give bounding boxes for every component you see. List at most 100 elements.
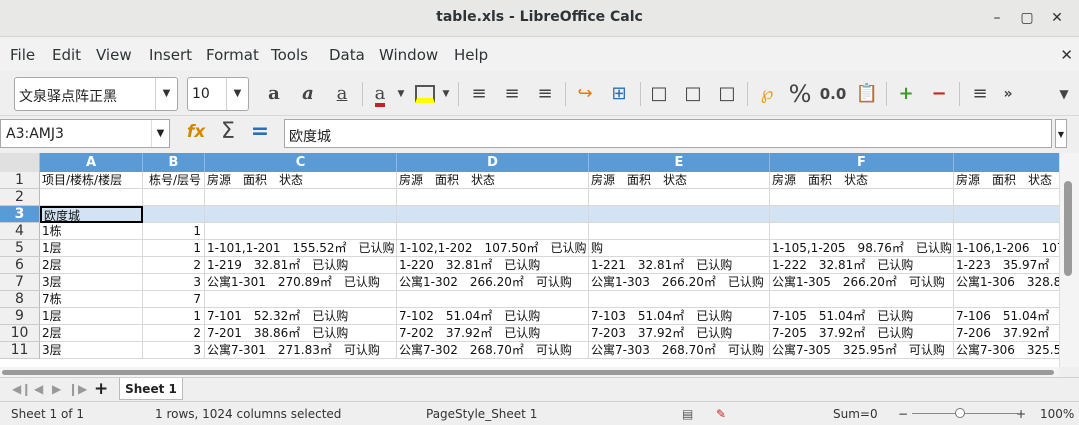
zoom-slider-knob[interactable]: [955, 408, 965, 418]
sheet-tab[interactable]: Sheet 1: [119, 378, 183, 400]
sum-display[interactable]: Sum=0: [833, 407, 878, 421]
sum-icon[interactable]: Σ: [215, 119, 241, 145]
table-cell[interactable]: 房源 面积 状态: [397, 172, 589, 189]
zoom-level[interactable]: 100%: [1040, 407, 1074, 421]
row-header[interactable]: 6: [0, 257, 40, 274]
add-sheet-icon[interactable]: +: [94, 379, 108, 399]
close-icon[interactable]: ✕: [1046, 8, 1068, 28]
table-cell[interactable]: [770, 189, 954, 206]
bold-icon[interactable]: a: [262, 81, 286, 107]
menu-tools[interactable]: Tools: [271, 46, 308, 64]
table-cell[interactable]: 7-105 51.04㎡ 已认购: [770, 308, 954, 325]
table-cell[interactable]: 7-101 52.32㎡ 已认购: [205, 308, 397, 325]
spreadsheet-grid[interactable]: A B C D E F 1 项目/楼栋/楼层 栋号/层号 房源 面积 状态 房源 面积 状态 房源 面…: [0, 153, 1059, 367]
table-cell[interactable]: [954, 223, 1059, 240]
table-cell[interactable]: [397, 206, 589, 223]
table-cell[interactable]: [143, 189, 205, 206]
table-cell[interactable]: 1: [143, 240, 205, 257]
table-cell[interactable]: 2: [143, 257, 205, 274]
menu-edit[interactable]: Edit: [52, 46, 81, 64]
align-center-icon[interactable]: ≡: [499, 81, 525, 107]
selection-mode-icon[interactable]: ▤: [682, 407, 693, 421]
vertical-scrollbar[interactable]: [1059, 153, 1079, 367]
table-cell[interactable]: 公寓1-301 270.89㎡ 已认购: [205, 274, 397, 291]
table-cell[interactable]: 房源 面积 状态: [205, 172, 397, 189]
menu-data[interactable]: Data: [329, 46, 365, 64]
table-cell[interactable]: [397, 223, 589, 240]
align-left-icon[interactable]: ≡: [466, 81, 492, 107]
column-header[interactable]: A: [40, 153, 143, 172]
table-cell[interactable]: 7-203 37.92㎡ 已认购: [589, 325, 770, 342]
table-cell[interactable]: [397, 291, 589, 308]
table-cell[interactable]: [40, 189, 143, 206]
table-cell[interactable]: 1-220 32.81㎡ 已认购: [397, 257, 589, 274]
page-style[interactable]: PageStyle_Sheet 1: [426, 407, 537, 421]
table-cell[interactable]: 欧度城: [40, 206, 143, 223]
formula-icon[interactable]: =: [247, 119, 273, 145]
menu-window[interactable]: Window: [379, 46, 438, 64]
table-cell[interactable]: 7栋: [40, 291, 143, 308]
table-cell[interactable]: [205, 291, 397, 308]
table-cell[interactable]: 1: [143, 223, 205, 240]
font-name-combo[interactable]: 文泉驿点阵正黑 ▼: [14, 77, 178, 111]
chevron-down-icon[interactable]: ▼: [441, 81, 451, 107]
table-cell[interactable]: [589, 206, 770, 223]
horizontal-scrollbar[interactable]: [0, 367, 1059, 377]
menu-view[interactable]: View: [96, 46, 132, 64]
column-header[interactable]: E: [589, 153, 770, 172]
formula-input[interactable]: 欧度城: [284, 119, 1052, 148]
wrap-text-icon[interactable]: ↪: [572, 81, 598, 107]
menu-insert[interactable]: Insert: [149, 46, 192, 64]
table-cell[interactable]: 7-202 37.92㎡ 已认购: [397, 325, 589, 342]
percent-button[interactable]: %: [787, 81, 813, 107]
add-decimal-icon[interactable]: +: [893, 81, 919, 107]
date-format-icon[interactable]: 📋: [854, 81, 880, 107]
previous-sheet-icon[interactable]: ◀: [34, 382, 43, 396]
table-cell[interactable]: 1: [143, 308, 205, 325]
italic-icon[interactable]: a: [296, 81, 320, 107]
table-cell[interactable]: 公寓1-303 266.20㎡ 已认购: [589, 274, 770, 291]
table-cell[interactable]: 房源 面积 状态: [770, 172, 954, 189]
table-cell[interactable]: [589, 291, 770, 308]
table-cell[interactable]: [954, 189, 1059, 206]
table-cell[interactable]: 栋号/层号: [143, 172, 205, 189]
table-cell[interactable]: 项目/楼栋/楼层: [40, 172, 143, 189]
table-cell[interactable]: [589, 189, 770, 206]
font-color-icon[interactable]: a: [368, 81, 392, 107]
table-cell[interactable]: [143, 206, 205, 223]
table-cell[interactable]: 公寓7-301 271.83㎡ 可认购: [205, 342, 397, 359]
row-header[interactable]: 5: [0, 240, 40, 257]
align-top-icon[interactable]: □: [647, 81, 671, 107]
chevron-down-icon[interactable]: ▼: [226, 78, 248, 110]
chevron-down-icon[interactable]: ▼: [155, 78, 177, 110]
table-cell[interactable]: 公寓7-305 325.95㎡ 可认购: [770, 342, 954, 359]
table-cell[interactable]: 公寓1-302 266.20㎡ 可认购: [397, 274, 589, 291]
table-cell[interactable]: 1-105,1-205 98.76㎡ 已认购: [770, 240, 954, 257]
table-cell[interactable]: 1-102,1-202 107.50㎡ 已认购: [397, 240, 589, 257]
maximize-icon[interactable]: ▢: [1016, 8, 1038, 28]
row-header[interactable]: 1: [0, 172, 40, 189]
table-cell[interactable]: [954, 291, 1059, 308]
table-cell[interactable]: 2: [143, 325, 205, 342]
table-cell[interactable]: 购: [589, 240, 770, 257]
last-sheet-icon[interactable]: ❙▶: [68, 382, 87, 396]
table-cell[interactable]: 7-206 37.92㎡: [954, 325, 1059, 342]
column-header[interactable]: [954, 153, 1059, 172]
table-cell[interactable]: 7-201 38.86㎡ 已认购: [205, 325, 397, 342]
column-header[interactable]: D: [397, 153, 589, 172]
table-cell[interactable]: 3: [143, 274, 205, 291]
table-cell[interactable]: 3: [143, 342, 205, 359]
table-cell[interactable]: [770, 223, 954, 240]
expand-formula-icon[interactable]: ▼: [1055, 119, 1067, 148]
menu-file[interactable]: File: [10, 46, 35, 64]
table-cell[interactable]: 1层: [40, 240, 143, 257]
table-cell[interactable]: 1-222 32.81㎡ 已认购: [770, 257, 954, 274]
align-right-icon[interactable]: ≡: [532, 81, 558, 107]
align-bottom-icon[interactable]: □: [715, 81, 739, 107]
table-cell[interactable]: 公寓1-305 266.20㎡ 可认购: [770, 274, 954, 291]
currency-icon[interactable]: ℘: [754, 81, 780, 107]
table-cell[interactable]: 房源 面积 状态: [954, 172, 1059, 189]
table-cell[interactable]: [205, 206, 397, 223]
underline-icon[interactable]: a: [330, 81, 354, 107]
table-cell[interactable]: 公寓7-302 268.70㎡ 可认购: [397, 342, 589, 359]
